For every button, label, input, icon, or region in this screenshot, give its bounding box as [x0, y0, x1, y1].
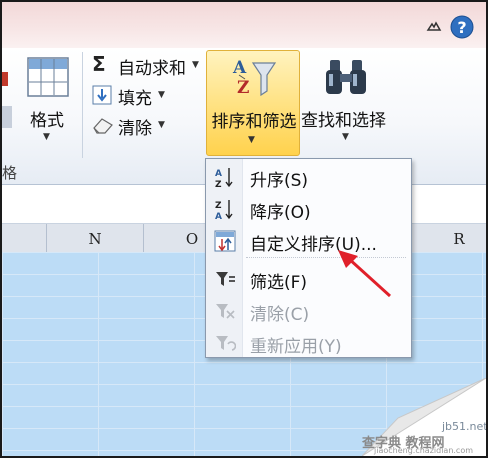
find-select-label[interactable]: 查找和选择 [301, 106, 386, 131]
menu-item-label: 降序(O) [250, 203, 311, 223]
column-header-n[interactable]: N [47, 224, 144, 252]
autosum-dropdown-arrow[interactable]: ▼ [192, 60, 199, 70]
binoculars-icon[interactable] [322, 56, 370, 100]
autosum-label: 自动求和 [118, 59, 186, 79]
eraser-icon [93, 118, 113, 134]
fill-dropdown-arrow[interactable]: ▼ [158, 90, 165, 100]
partial-icon [2, 72, 8, 86]
menu-item-label: 重新应用(Y) [250, 337, 342, 357]
menu-item-label: 筛选(F) [250, 273, 308, 293]
svg-text:?: ? [457, 18, 466, 37]
group-label-cells: 格 [2, 164, 18, 182]
menu-item-label: 清除(C) [250, 305, 310, 325]
clear-dropdown-arrow[interactable]: ▼ [158, 120, 165, 130]
sort-filter-icon: A Z [232, 58, 277, 98]
clear-button[interactable]: 清除 ▼ [92, 114, 172, 139]
excel-window: ? 格 格式 ▼ Σ 自动求和 ▼ 填充 ▼ 清除 ▼ 查找和选择 ▼ A Z … [0, 0, 488, 458]
clear-filter-icon [216, 304, 235, 319]
sort-descending-icon: Z A [215, 200, 233, 220]
reapply-icon [216, 336, 236, 351]
clear-label: 清除 [118, 119, 152, 139]
title-bar: ? [2, 2, 486, 48]
fill-down-icon [92, 85, 112, 105]
ribbon-separator [82, 52, 83, 158]
svg-text:Z: Z [215, 201, 222, 211]
ribbon-minimize-icon[interactable] [426, 20, 442, 34]
fill-button[interactable]: 填充 ▼ [92, 84, 172, 109]
format-icon[interactable] [24, 54, 72, 100]
watermark-url: jiaocheng.chazidian.com [374, 446, 474, 455]
svg-text:A: A [215, 212, 222, 220]
column-header[interactable] [2, 224, 47, 252]
column-header-r[interactable]: R [432, 224, 486, 252]
filter-icon [216, 272, 235, 286]
svg-text:Z: Z [237, 78, 249, 98]
custom-sort-icon [214, 230, 236, 252]
annotation-arrow [338, 250, 392, 298]
menu-item-label: 升序(S) [250, 171, 309, 191]
fill-label: 填充 [118, 89, 152, 109]
menu-item-sort-ascending[interactable]: A Z 升序(S) [206, 161, 411, 193]
sort-filter-dropdown-arrow: ▼ [248, 135, 255, 145]
sort-filter-label: 排序和筛选 [211, 112, 297, 132]
format-label[interactable]: 格式 [30, 106, 64, 131]
autosum-button[interactable]: Σ 自动求和 ▼ [92, 52, 202, 79]
help-icon[interactable]: ? [450, 15, 474, 39]
menu-item-sort-descending[interactable]: Z A 降序(O) [206, 193, 411, 225]
menu-item-reapply: 重新应用(Y) [206, 327, 411, 359]
format-dropdown-arrow[interactable]: ▼ [43, 132, 50, 142]
find-select-dropdown-arrow[interactable]: ▼ [342, 132, 349, 142]
partial-icon [2, 106, 12, 128]
sort-filter-button[interactable]: A Z 排序和筛选 ▼ [206, 50, 300, 156]
sort-ascending-icon: A Z [215, 168, 233, 188]
watermark-site: jb51.net [442, 420, 488, 433]
svg-text:Z: Z [215, 180, 222, 188]
svg-text:A: A [215, 169, 222, 179]
sigma-icon: Σ [92, 52, 106, 76]
